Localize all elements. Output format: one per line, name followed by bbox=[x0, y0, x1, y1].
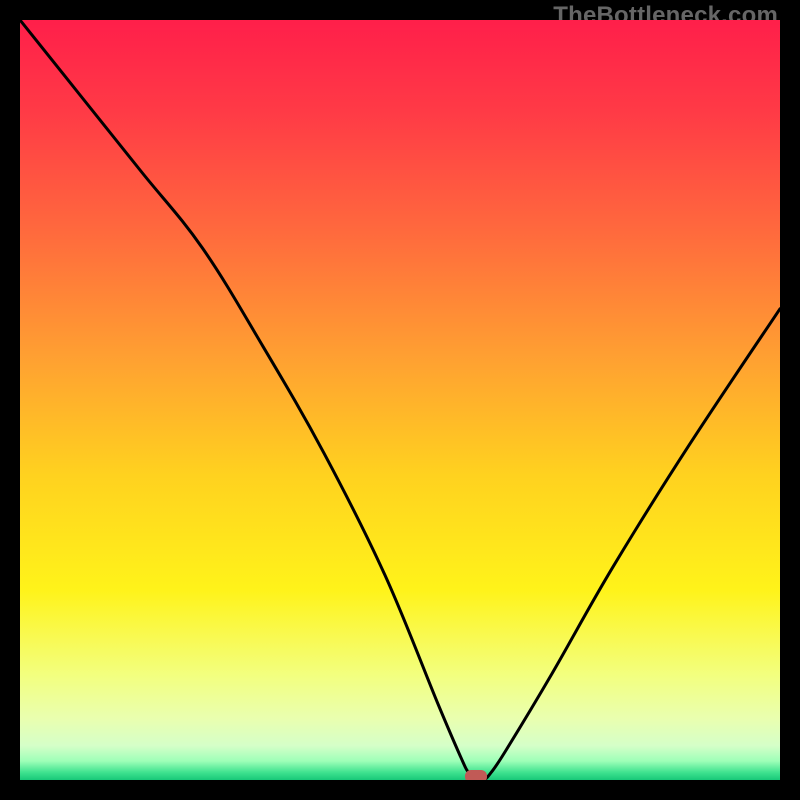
plot-area bbox=[20, 20, 780, 780]
bottleneck-chart bbox=[20, 20, 780, 780]
selected-point-marker bbox=[465, 770, 487, 780]
chart-stage: TheBottleneck.com bbox=[0, 0, 800, 800]
gradient-background bbox=[20, 20, 780, 780]
